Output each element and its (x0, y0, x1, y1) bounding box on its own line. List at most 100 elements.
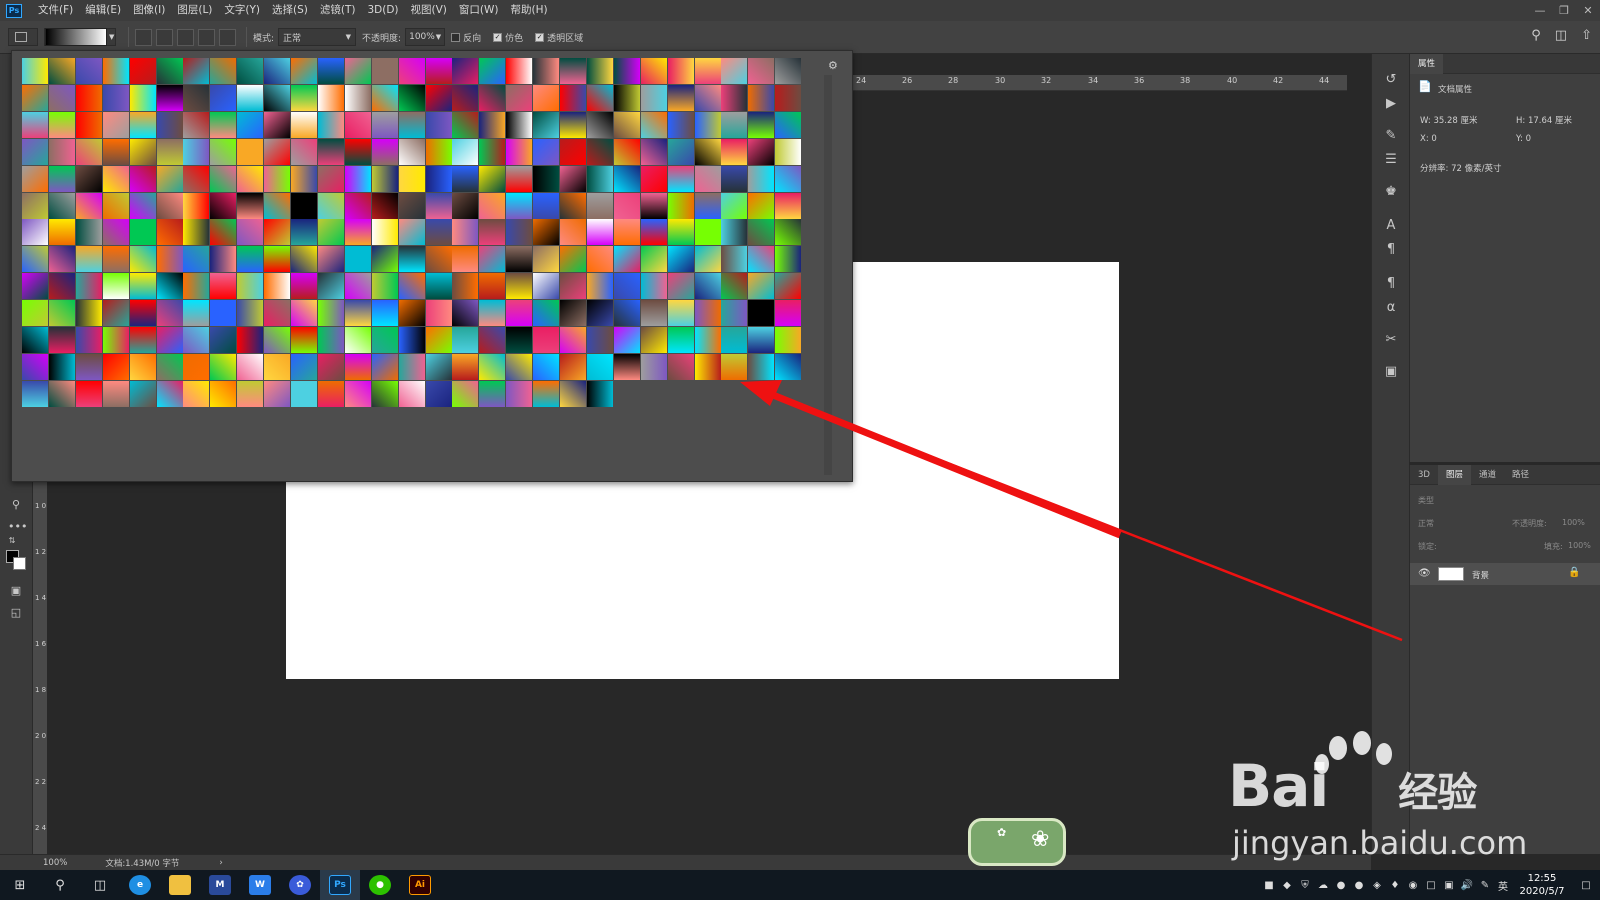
gradient-swatch[interactable] (183, 327, 210, 353)
gradient-swatch[interactable] (721, 138, 748, 165)
libraries-icon[interactable]: ▣ (1383, 364, 1399, 380)
gradient-swatch[interactable] (22, 273, 48, 300)
gradient-swatch[interactable] (237, 246, 264, 273)
gradient-swatch[interactable] (129, 273, 156, 300)
gradient-swatch[interactable] (667, 192, 694, 219)
gradient-swatch[interactable] (344, 84, 371, 111)
gradient-swatch[interactable] (75, 300, 102, 327)
gradient-swatch[interactable] (291, 192, 317, 219)
tab-channels[interactable]: 通道 (1471, 465, 1504, 485)
gradient-swatch[interactable] (775, 111, 802, 138)
gradient-swatch[interactable] (264, 353, 291, 380)
gradient-swatch[interactable] (775, 327, 802, 353)
tab-paths[interactable]: 路径 (1504, 465, 1537, 485)
gradient-swatch[interactable] (506, 219, 533, 246)
gradient-swatch[interactable] (775, 84, 802, 111)
gradient-swatch[interactable] (721, 353, 748, 380)
gradient-swatch[interactable] (210, 192, 237, 219)
gradient-swatch[interactable] (640, 219, 667, 246)
gradient-swatch[interactable] (156, 273, 183, 300)
gradient-swatch[interactable] (479, 192, 506, 219)
layer-opacity-input[interactable]: 100% (1562, 518, 1585, 527)
radial-gradient-button[interactable] (156, 28, 173, 46)
gradient-swatch[interactable] (613, 84, 640, 111)
gradient-swatch[interactable] (210, 138, 237, 165)
chevron-right-icon[interactable]: › (219, 858, 222, 868)
gradient-swatch[interactable] (452, 300, 479, 327)
gradient-swatch[interactable] (129, 165, 156, 192)
gradient-swatch[interactable] (452, 84, 479, 111)
gradient-swatch[interactable] (102, 111, 129, 138)
gradient-swatch[interactable] (479, 58, 506, 84)
gradient-swatch[interactable] (371, 111, 398, 138)
gradient-swatch[interactable] (748, 327, 775, 353)
gradient-swatch[interactable] (479, 327, 506, 353)
gradient-swatch[interactable] (371, 246, 398, 273)
gradient-swatch[interactable] (371, 380, 398, 407)
dither-checkbox[interactable]: ✓ 仿色 (493, 31, 527, 44)
gradient-swatch[interactable] (291, 353, 317, 380)
history-icon[interactable]: ↺ (1383, 72, 1399, 88)
gradient-swatch[interactable] (183, 353, 210, 380)
gradient-swatch[interactable] (586, 327, 613, 353)
gradient-swatch[interactable] (371, 84, 398, 111)
adjustments-icon[interactable]: ☰ (1383, 152, 1399, 168)
gradient-swatch[interactable] (210, 84, 237, 111)
gradient-swatch[interactable] (506, 138, 533, 165)
gradient-swatch[interactable] (102, 165, 129, 192)
gradient-swatch[interactable] (613, 246, 640, 273)
transparency-checkbox[interactable]: ✓ 透明区域 (535, 31, 587, 44)
gradient-swatch[interactable] (48, 84, 75, 111)
gradient-swatch[interactable] (667, 111, 694, 138)
photoshop-taskbar-icon[interactable]: Ps (320, 870, 360, 900)
gradient-swatch[interactable] (102, 84, 129, 111)
gradient-swatch[interactable] (48, 380, 75, 407)
gradient-swatch[interactable] (291, 165, 317, 192)
gradient-swatch[interactable] (533, 58, 560, 84)
gradient-swatch[interactable] (694, 58, 721, 84)
layer-row[interactable]: 👁 背景 🔒 (1410, 563, 1600, 585)
gradient-swatch[interactable] (317, 84, 344, 111)
gradient-swatch[interactable] (344, 353, 371, 380)
app-tray-icon-4[interactable]: □ (1422, 870, 1440, 900)
gradient-swatch[interactable] (452, 219, 479, 246)
gradient-swatch[interactable] (237, 138, 264, 165)
pen-icon[interactable]: ✎ (1476, 870, 1494, 900)
gradient-swatch[interactable] (129, 219, 156, 246)
gradient-swatch[interactable] (586, 192, 613, 219)
gradient-swatch[interactable] (344, 192, 371, 219)
gradient-swatch[interactable] (48, 353, 75, 380)
gradient-swatch[interactable] (560, 58, 586, 84)
gradient-swatch[interactable] (102, 58, 129, 84)
edge-browser-icon[interactable]: e (120, 870, 160, 900)
layer-filter-select[interactable]: 类型 (1418, 495, 1434, 506)
gradient-swatch[interactable] (156, 84, 183, 111)
more-tools-icon[interactable]: ••• (8, 520, 27, 534)
gradient-swatch[interactable] (506, 380, 533, 407)
character-styles-icon[interactable]: α (1383, 300, 1399, 316)
gradient-swatch[interactable] (533, 246, 560, 273)
gradient-swatch[interactable] (560, 165, 586, 192)
gradient-swatch[interactable] (22, 246, 48, 273)
gradient-swatch[interactable] (371, 165, 398, 192)
background-color-swatch[interactable] (13, 557, 26, 570)
gradient-swatch[interactable] (398, 58, 425, 84)
gradient-swatch[interactable] (210, 165, 237, 192)
gradient-swatch[interactable] (183, 380, 210, 407)
gradient-swatch[interactable] (129, 380, 156, 407)
swap-colors-icon[interactable]: ⇅ (4, 534, 20, 548)
gradient-swatch[interactable] (694, 219, 721, 246)
gradient-swatch[interactable] (22, 219, 48, 246)
gradient-swatch[interactable] (667, 165, 694, 192)
gradient-swatch[interactable] (533, 111, 560, 138)
gradient-swatch[interactable] (75, 192, 102, 219)
gradient-swatch[interactable] (613, 58, 640, 84)
gradient-swatch[interactable] (264, 58, 291, 84)
gradient-swatch[interactable] (452, 380, 479, 407)
tab-properties[interactable]: 属性 (1410, 53, 1444, 74)
gradient-swatch[interactable] (586, 111, 613, 138)
gradient-swatch[interactable] (344, 58, 371, 84)
tool-presets-icon[interactable]: ✂ (1383, 332, 1399, 348)
gradient-swatch[interactable] (721, 327, 748, 353)
gradient-swatch[interactable] (129, 300, 156, 327)
